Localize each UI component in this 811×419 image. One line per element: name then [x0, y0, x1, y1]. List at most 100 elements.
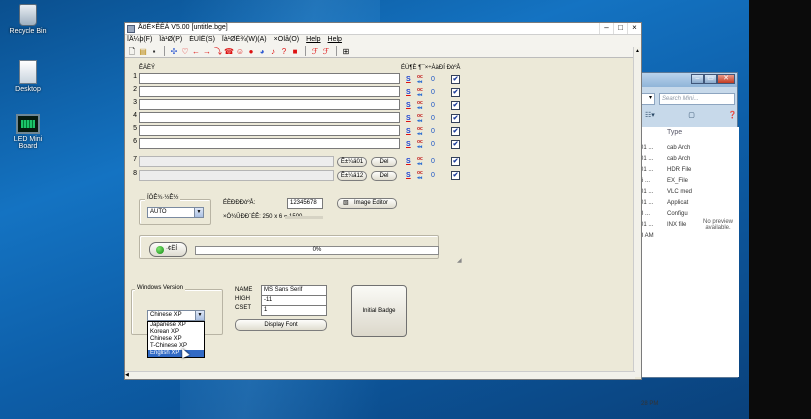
- led-app-window[interactable]: ÅöÉ×ÊÊÁ V5.00 [untitle.bge] – □ × ÎÄ¼þ(F…: [124, 22, 642, 380]
- speed-icon[interactable]: S: [406, 158, 413, 165]
- time-button-12[interactable]: Ê±¼ä12: [337, 171, 367, 181]
- scroll-left-icon[interactable]: ◀: [125, 372, 129, 378]
- delete-button[interactable]: Del: [371, 171, 397, 181]
- effect-icon[interactable]: oc ◂◂: [417, 74, 427, 85]
- id-input[interactable]: 12345678: [287, 198, 323, 209]
- menu-help[interactable]: Help: [306, 35, 320, 45]
- stop-icon[interactable]: ■: [290, 46, 300, 57]
- dropdown-option[interactable]: Korean XP: [148, 329, 204, 336]
- desktop-folder-desktop-icon[interactable]: Desktop: [6, 60, 50, 93]
- search-input[interactable]: Search Mini...: [659, 93, 735, 105]
- row-checkbox[interactable]: ✔: [451, 75, 460, 84]
- message-input[interactable]: [139, 73, 400, 84]
- speed-icon[interactable]: S: [406, 76, 413, 83]
- row-checkbox[interactable]: ✔: [451, 88, 460, 97]
- row-checkbox[interactable]: ✔: [451, 171, 460, 180]
- dropdown-option[interactable]: T-Chinese XP: [148, 343, 204, 350]
- explorer-minimize-button[interactable]: ‒: [691, 74, 704, 84]
- scroll-up-icon[interactable]: ▲: [634, 47, 641, 55]
- column-header-type[interactable]: Type: [667, 129, 682, 136]
- turn-icon[interactable]: ⤵: [213, 46, 223, 57]
- row-number: 5: [133, 125, 137, 132]
- app-titlebar[interactable]: ÅöÉ×ÊÊÁ V5.00 [untitle.bge] – □ ×: [125, 23, 641, 35]
- menu-font[interactable]: ×ÖÌå(O): [274, 35, 299, 45]
- speed-icon[interactable]: S: [406, 102, 413, 109]
- font-icon-2[interactable]: ℱ: [321, 46, 331, 57]
- effect-icon[interactable]: oc ◂◂: [417, 156, 427, 167]
- dropdown-option[interactable]: Chinese XP: [148, 336, 204, 343]
- row-checkbox[interactable]: ✔: [451, 127, 460, 136]
- new-icon[interactable]: 🗋: [127, 46, 137, 57]
- effect-icon[interactable]: oc ◂◂: [417, 139, 427, 150]
- right-arrow-icon[interactable]: →: [202, 46, 212, 57]
- windows-version-select[interactable]: Chinese XP ▼: [147, 310, 205, 321]
- font-cset-value: 1: [261, 305, 327, 316]
- effect-icon[interactable]: oc ◂◂: [417, 100, 427, 111]
- effect-icon[interactable]: oc ◂◂: [417, 126, 427, 137]
- menu-view[interactable]: Ïà¹ØÊ¾(W)(A): [222, 35, 267, 45]
- help-icon[interactable]: ❓: [728, 111, 737, 123]
- menu-help-2[interactable]: Help: [328, 35, 342, 45]
- open-icon[interactable]: ▤: [138, 46, 148, 57]
- maximize-button[interactable]: □: [613, 23, 627, 34]
- minimize-button[interactable]: –: [599, 23, 613, 34]
- crosshair-icon[interactable]: ✣: [169, 46, 179, 57]
- file-list[interactable]: d Type 0:01 ... 0:01 ... 0:01 ... :26 ..…: [631, 127, 739, 407]
- message-input[interactable]: [139, 125, 400, 136]
- explorer-titlebar[interactable]: ‒ ▭ ✕: [631, 73, 737, 87]
- display-font-button[interactable]: Display Font: [235, 319, 327, 331]
- left-arrow-icon[interactable]: ←: [191, 46, 201, 57]
- menu-project[interactable]: Ïà¹Ø(P): [159, 35, 182, 45]
- smile-icon[interactable]: ☺: [235, 46, 245, 57]
- chevron-down-icon[interactable]: ▼: [195, 311, 204, 320]
- globe-icon[interactable]: ◕: [257, 46, 267, 57]
- letterbox: [749, 0, 811, 419]
- menu-file[interactable]: ÎÄ¼þ(F): [127, 35, 152, 45]
- message-input[interactable]: [139, 138, 400, 149]
- speed-icon[interactable]: S: [406, 89, 413, 96]
- record-icon[interactable]: ●: [246, 46, 256, 57]
- explorer-close-button[interactable]: ✕: [717, 74, 735, 84]
- explorer-maximize-button[interactable]: ▭: [704, 74, 717, 84]
- row-checkbox[interactable]: ✔: [451, 101, 460, 110]
- initial-badge-button[interactable]: Initial Badge: [351, 285, 407, 337]
- explorer-window[interactable]: ‒ ▭ ✕ ▾ Search Mini... ☷▾ ▢ ❓ d Type 0:0…: [630, 72, 739, 407]
- row-checkbox[interactable]: ✔: [451, 157, 460, 166]
- menu-settings[interactable]: ÉÙÍÊ(S): [189, 35, 215, 45]
- row-checkbox[interactable]: ✔: [451, 140, 460, 149]
- vertical-scrollbar[interactable]: ▲: [633, 47, 641, 377]
- time-button-01[interactable]: Ê±¼ä01: [337, 157, 367, 167]
- message-input[interactable]: [139, 112, 400, 123]
- horizontal-scrollbar[interactable]: ◀: [125, 371, 635, 379]
- dropdown-option-highlighted[interactable]: English XP: [148, 350, 204, 357]
- led-mini-board-desktop-icon[interactable]: LED Mini Board: [6, 114, 50, 150]
- app-icon: [127, 25, 135, 33]
- calc-icon[interactable]: ⊞: [341, 46, 351, 57]
- message-input[interactable]: [139, 86, 400, 97]
- dropdown-option[interactable]: Japanese XP: [148, 322, 204, 329]
- message-input[interactable]: [139, 99, 400, 110]
- row-checkbox[interactable]: ✔: [451, 114, 460, 123]
- speed-icon[interactable]: S: [406, 128, 413, 135]
- preview-pane-icon[interactable]: ▢: [688, 111, 695, 123]
- save-icon[interactable]: ▪: [149, 46, 159, 57]
- note-icon[interactable]: ♪: [268, 46, 278, 57]
- effect-icon[interactable]: oc ◂◂: [417, 170, 427, 181]
- effect-icon[interactable]: oc ◂◂: [417, 87, 427, 98]
- heart-icon[interactable]: ♡: [180, 46, 190, 57]
- view-options-icon[interactable]: ☷▾: [645, 111, 655, 123]
- speed-icon[interactable]: S: [406, 115, 413, 122]
- close-button[interactable]: ×: [627, 23, 641, 34]
- image-editor-button[interactable]: ▧ Image Editor: [337, 198, 397, 209]
- speed-icon[interactable]: S: [406, 141, 413, 148]
- effect-icon[interactable]: oc ◂◂: [417, 113, 427, 124]
- speed-icon[interactable]: S: [406, 172, 413, 179]
- font-icon[interactable]: ℱ: [310, 46, 320, 57]
- recycle-bin-desktop-icon[interactable]: Recycle Bin: [6, 4, 50, 35]
- send-button[interactable]: ·¢ËÍ: [149, 242, 187, 257]
- chevron-down-icon[interactable]: ▼: [194, 208, 203, 217]
- display-mode-select[interactable]: AUTO ▼: [147, 207, 204, 218]
- delete-button[interactable]: Del: [371, 157, 397, 167]
- phone-icon[interactable]: ☎: [224, 46, 234, 57]
- question-icon[interactable]: ?: [279, 46, 289, 57]
